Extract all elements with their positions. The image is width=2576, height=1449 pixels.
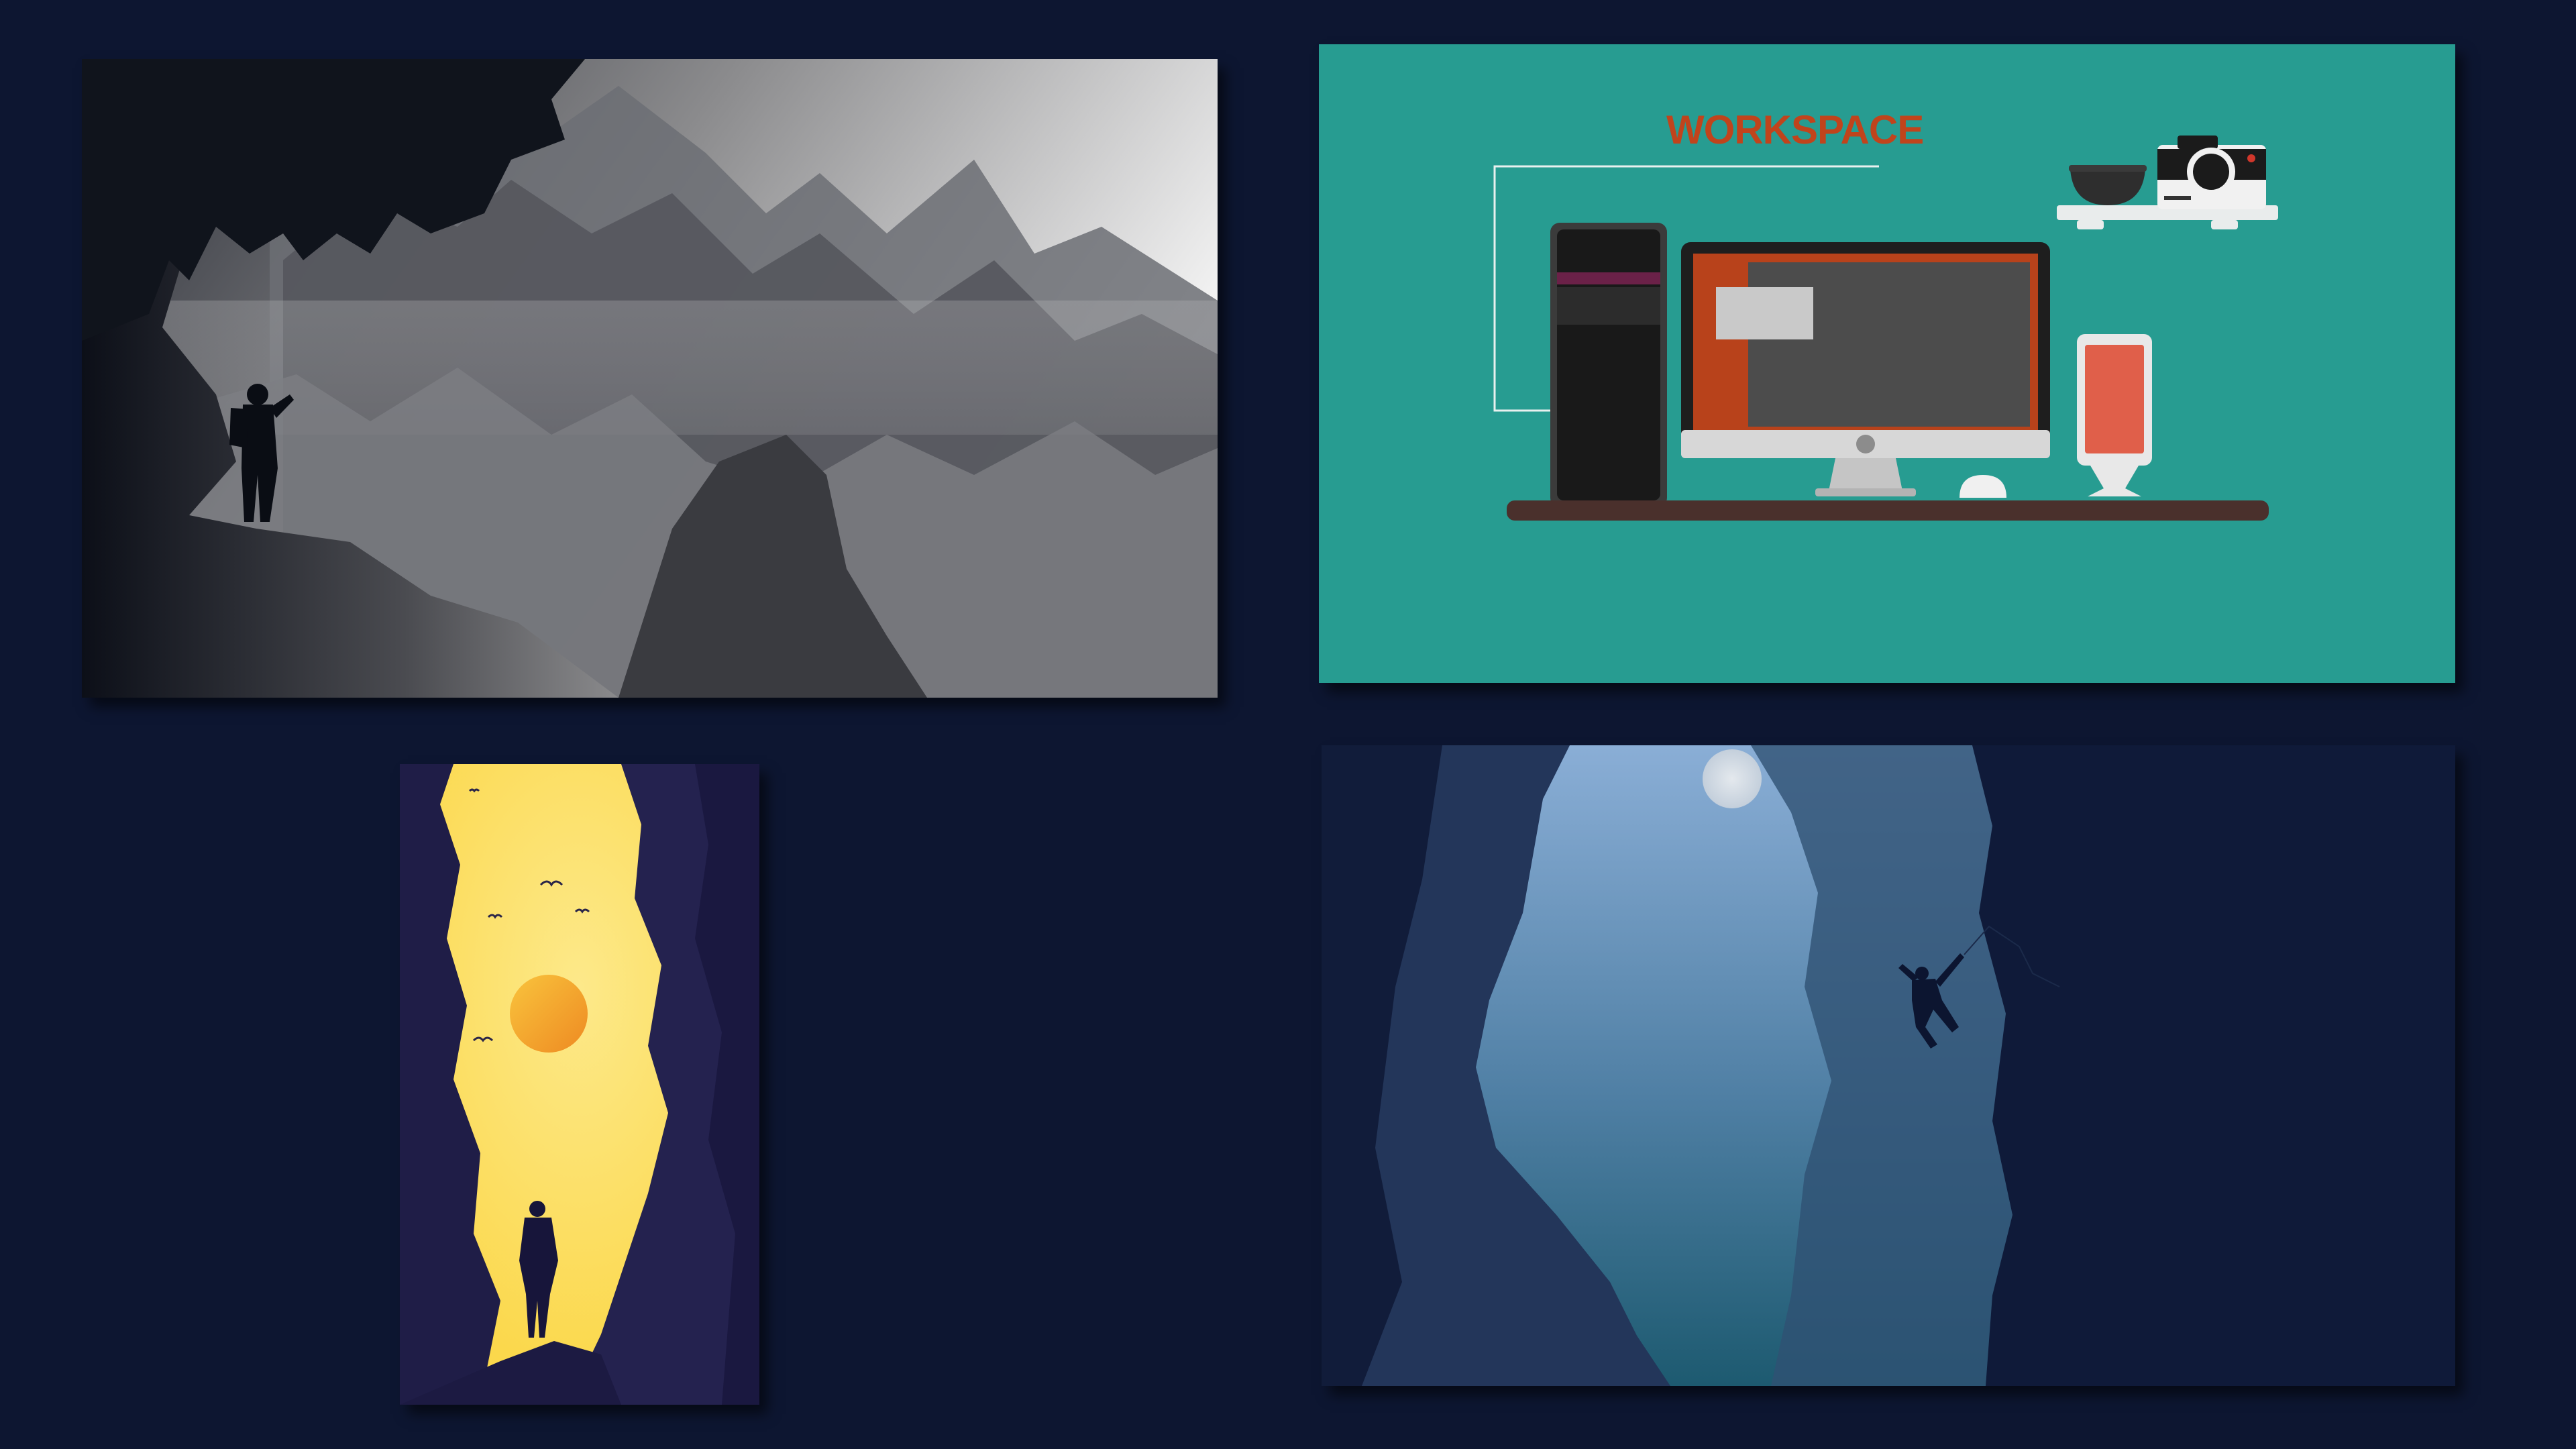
rock-climber-illustration: [1322, 745, 2455, 1386]
canyon-wanderer-illustration: [400, 764, 759, 1405]
camera-icon: [2157, 136, 2266, 209]
artboard-canyon[interactable]: [400, 764, 759, 1405]
artboard-mountains[interactable]: [82, 59, 1218, 698]
pc-tower-icon: [1550, 223, 1667, 507]
workspace-illustration: WORKSPACE: [1319, 44, 2455, 683]
artboard-climber[interactable]: [1322, 745, 2455, 1386]
workspace-title: WORKSPACE: [1666, 107, 1923, 152]
hiker-on-cliff-illustration: [82, 59, 1218, 698]
desk: [1507, 500, 2269, 521]
artboard-workspace[interactable]: WORKSPACE: [1319, 44, 2455, 683]
